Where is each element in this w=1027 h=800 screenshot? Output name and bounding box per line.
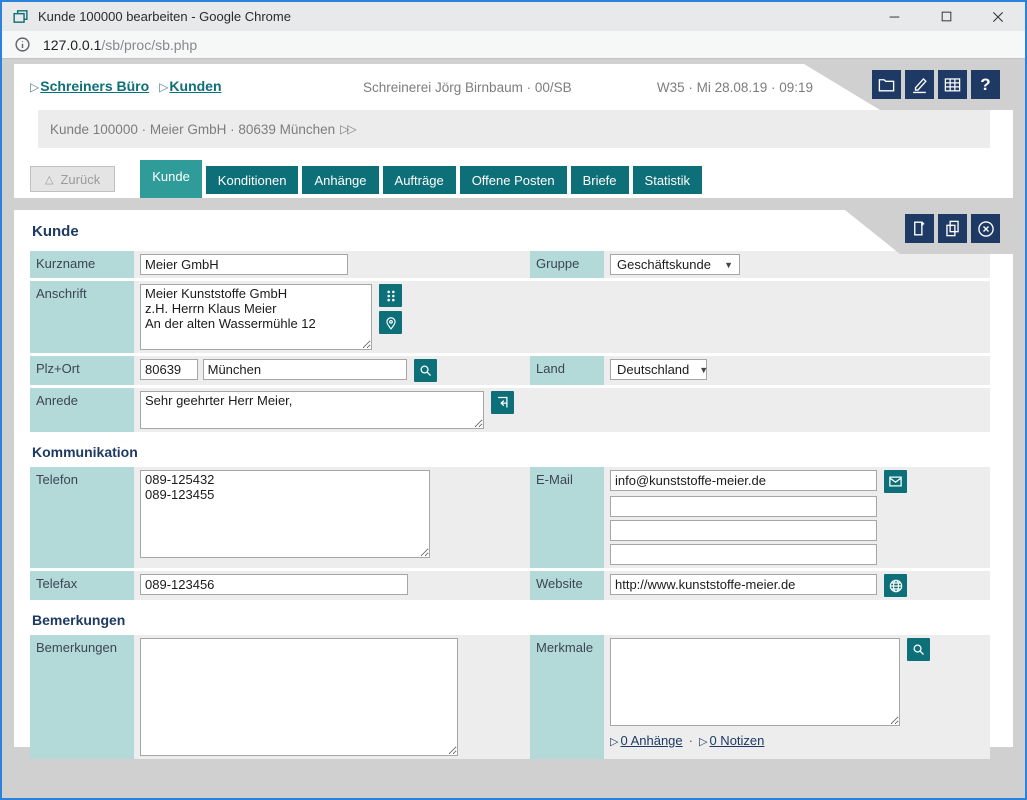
spacer-cell [530, 281, 604, 353]
row-anschrift: Anschrift [30, 281, 990, 353]
website-label: Website [530, 571, 604, 600]
land-select[interactable]: Deutschland ▼ [610, 359, 707, 380]
kurzname-input[interactable] [140, 254, 348, 275]
row-plzort-land: Plz+Ort Land Deutschland ▼ [30, 356, 990, 385]
link-arrow-icon: ▷ [610, 736, 618, 748]
anschrift-textarea[interactable] [140, 284, 372, 350]
company-name: Schreinerei Jörg Birnbaum · 00/SB [363, 80, 572, 95]
spacer-cell [614, 388, 626, 432]
link-arrow-icon: ▷ [699, 736, 707, 748]
anschrift-label: Anschrift [30, 281, 134, 353]
plzort-label: Plz+Ort [30, 356, 134, 385]
telefax-input[interactable] [140, 574, 408, 595]
chevron-down-icon: ▼ [724, 260, 733, 270]
insert-template-icon[interactable] [491, 391, 514, 414]
url-text: 127.0.0.1/sb/proc/sb.php [43, 37, 197, 53]
breadcrumb-arrow-icon: ▷ [159, 80, 168, 94]
bemerkungen-textarea[interactable] [140, 638, 458, 756]
breadcrumb-link-kunden[interactable]: Kunden [169, 78, 221, 94]
row-bemerkungen-merkmale: Bemerkungen Merkmale ▷0 Anhänge·▷0 Notiz… [30, 635, 990, 759]
next-record-arrows-icon[interactable]: ▷▷ [340, 122, 354, 136]
gruppe-select[interactable]: Geschäftskunde ▼ [610, 254, 740, 275]
info-icon[interactable] [14, 36, 31, 53]
merkmale-textarea[interactable] [610, 638, 900, 726]
tab-anhaenge[interactable]: Anhänge [302, 166, 378, 194]
row-anrede: Anrede [30, 388, 990, 432]
telefon-label: Telefon [30, 467, 134, 568]
window-title: Kunde 100000 bearbeiten - Google Chrome [38, 9, 883, 24]
chevron-down-icon: ▼ [699, 365, 708, 375]
tab-auftraege[interactable]: Aufträge [383, 166, 456, 194]
anrede-label: Anrede [30, 388, 134, 432]
kurzname-label: Kurzname [30, 251, 134, 278]
merkmale-label: Merkmale [530, 635, 604, 759]
gruppe-label: Gruppe [530, 251, 604, 278]
tab-offene-posten[interactable]: Offene Posten [460, 166, 567, 194]
breadcrumb-arrow-icon: ▷ [30, 80, 39, 94]
email-input-2[interactable] [610, 496, 877, 517]
telefax-label: Telefax [30, 571, 134, 600]
search-icon[interactable] [414, 359, 437, 382]
row-telefax-website: Telefax Website [30, 571, 990, 600]
breadcrumb-link-schreiners-buero[interactable]: Schreiners Büro [40, 78, 149, 94]
chrome-popup-window: Kunde 100000 bearbeiten - Google Chrome … [0, 0, 1027, 800]
bemerkungen-heading: Bemerkungen [30, 603, 990, 635]
back-triangle-icon: △ [45, 173, 53, 186]
email-input-3[interactable] [610, 520, 877, 541]
link-separator: · [689, 733, 693, 748]
gruppe-selected-value: Geschäftskunde [617, 257, 711, 272]
record-summary-band: Kunde 100000 · Meier GmbH · 80639 Münche… [38, 110, 990, 148]
tab-statistik[interactable]: Statistik [633, 166, 703, 194]
breadcrumb: ▷Schreiners Büro▷Kunden Schreinerei Jörg… [14, 64, 1013, 110]
page-background: ? ▷Schreiners Büro▷Kunden Schreinerei Jö… [2, 59, 1025, 798]
email-input-1[interactable] [610, 470, 877, 491]
address-bar[interactable]: 127.0.0.1/sb/proc/sb.php [2, 31, 1025, 59]
minimize-button[interactable] [883, 6, 905, 28]
telefon-textarea[interactable] [140, 470, 430, 558]
map-pin-icon[interactable] [379, 311, 402, 334]
notizen-link[interactable]: 0 Notizen [709, 733, 764, 748]
email-input-4[interactable] [610, 544, 877, 565]
email-icon[interactable] [884, 470, 907, 493]
close-button[interactable] [987, 6, 1009, 28]
ort-input[interactable] [203, 359, 407, 380]
tab-konditionen[interactable]: Konditionen [206, 166, 299, 194]
land-selected-value: Deutschland [617, 362, 689, 377]
delete-record-icon[interactable] [971, 214, 1000, 243]
url-path: /sb/proc/sb.php [101, 37, 197, 53]
popup-window-icon [12, 8, 29, 25]
anrede-textarea[interactable] [140, 391, 484, 429]
bemerkungen-label: Bemerkungen [30, 635, 134, 759]
maximize-button[interactable] [935, 6, 957, 28]
attachments-notes-links: ▷0 Anhänge·▷0 Notizen [610, 733, 990, 748]
search-icon[interactable] [907, 638, 930, 661]
back-button-label: Zurück [60, 172, 100, 187]
globe-icon[interactable] [884, 574, 907, 597]
tab-kunde[interactable]: Kunde [140, 160, 202, 198]
app-header: ? ▷Schreiners Büro▷Kunden Schreinerei Jö… [14, 64, 1013, 198]
window-titlebar: Kunde 100000 bearbeiten - Google Chrome [2, 2, 1025, 31]
kommunikation-heading: Kommunikation [30, 435, 990, 467]
new-record-icon[interactable] [905, 214, 934, 243]
copy-record-icon[interactable] [938, 214, 967, 243]
tab-briefe[interactable]: Briefe [571, 166, 629, 194]
toolbar: △ Zurück Kunde Konditionen Anhänge Auftr… [14, 148, 1013, 198]
row-telefon-email: Telefon E-Mail [30, 467, 990, 568]
email-label: E-Mail [530, 467, 604, 568]
row-kurzname-gruppe: Kurzname Gruppe Geschäftskunde ▼ [30, 251, 990, 278]
plz-input[interactable] [140, 359, 198, 380]
website-input[interactable] [610, 574, 877, 595]
anhaenge-link[interactable]: 0 Anhänge [620, 733, 682, 748]
date-time: W35 · Mi 28.08.19 · 09:19 [657, 80, 813, 95]
land-label: Land [530, 356, 604, 385]
kunde-form-panel: Kunde Kurzname Gruppe Geschäftskunde ▼ [14, 210, 1013, 747]
tab-bar: Kunde Konditionen Anhänge Aufträge Offen… [140, 160, 702, 198]
record-summary: Kunde 100000 · Meier GmbH · 80639 Münche… [50, 122, 335, 137]
contacts-grid-icon[interactable] [379, 284, 402, 307]
kunde-form: Kurzname Gruppe Geschäftskunde ▼ Anschri… [30, 251, 990, 759]
back-button[interactable]: △ Zurück [30, 166, 115, 192]
url-host: 127.0.0.1 [43, 37, 101, 53]
